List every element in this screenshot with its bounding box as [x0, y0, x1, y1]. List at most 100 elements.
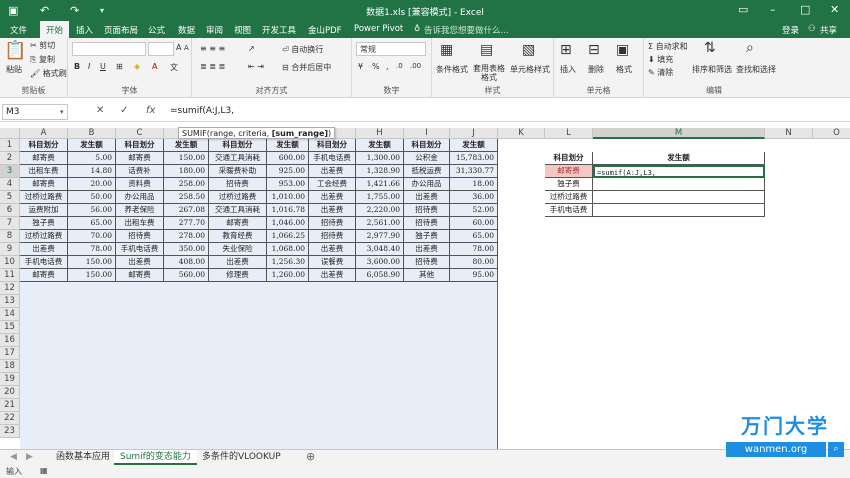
lookup-header-cell[interactable]: 科目划分 — [545, 152, 593, 165]
table-cell[interactable]: 150.00 — [68, 269, 116, 282]
insert-function-icon[interactable]: fx — [146, 105, 155, 116]
font-name-box[interactable] — [72, 42, 146, 56]
row-header[interactable]: 20 — [0, 386, 20, 399]
row-header[interactable]: 23 — [0, 425, 20, 438]
row-header[interactable]: 15 — [0, 321, 20, 334]
comma-button[interactable]: , — [386, 62, 389, 71]
table-cell[interactable]: 3,048.40 — [356, 243, 404, 256]
row-header[interactable]: 17 — [0, 347, 20, 360]
table-cell[interactable]: 78.00 — [68, 243, 116, 256]
copy-button[interactable]: ⎘ 复制 — [30, 54, 55, 65]
select-all-corner[interactable] — [0, 128, 20, 139]
align-top-icon[interactable]: ≡ ≡ ≡ — [200, 44, 225, 53]
table-cell[interactable]: 招待费 — [116, 230, 164, 243]
table-cell[interactable]: 修理费 — [209, 269, 267, 282]
merge-center-button[interactable]: ⊟ 合并后居中 — [282, 62, 331, 73]
table-cell[interactable]: 65.00 — [450, 230, 498, 243]
tab-page-layout[interactable]: 页面布局 — [104, 24, 138, 36]
conditional-format-icon[interactable]: ▦ — [440, 42, 453, 58]
decrease-decimal-button[interactable]: .00 — [410, 62, 421, 70]
ribbon-display-icon[interactable]: ▭ — [738, 3, 748, 16]
percent-button[interactable]: % — [372, 62, 380, 71]
share-button[interactable]: 共享 — [820, 24, 837, 36]
insert-cells-button[interactable]: 插入 — [560, 64, 576, 75]
column-header[interactable]: O — [813, 128, 850, 139]
table-cell[interactable]: 65.00 — [68, 217, 116, 230]
table-cell[interactable]: 953.00 — [267, 178, 309, 191]
column-header[interactable]: C — [116, 128, 164, 139]
name-box[interactable]: M3 — [2, 104, 68, 120]
table-cell[interactable]: 150.00 — [164, 152, 209, 165]
table-cell[interactable]: 925.00 — [267, 165, 309, 178]
row-header[interactable]: 22 — [0, 412, 20, 425]
table-cell[interactable]: 70.00 — [68, 230, 116, 243]
table-cell[interactable]: 3,600.00 — [356, 256, 404, 269]
table-cell[interactable]: 采暖费补助 — [209, 165, 267, 178]
table-cell[interactable]: 邮寄费 — [116, 269, 164, 282]
table-header-cell[interactable]: 科目划分 — [209, 139, 267, 152]
clear-button[interactable]: ✎ 清除 — [648, 67, 673, 78]
login-link[interactable]: 登录 — [782, 24, 799, 36]
tab-formulas[interactable]: 公式 — [148, 24, 165, 36]
table-cell[interactable]: 出差费 — [309, 243, 356, 256]
insert-cells-icon[interactable]: ⊞ — [560, 42, 572, 58]
border-icon[interactable]: ⊞ — [116, 62, 123, 71]
fill-color-icon[interactable]: ◈ — [134, 62, 140, 71]
column-header[interactable]: N — [765, 128, 813, 139]
table-cell[interactable]: 1,328.90 — [356, 165, 404, 178]
column-header[interactable]: I — [404, 128, 450, 139]
table-cell[interactable]: 5.00 — [68, 152, 116, 165]
table-cell[interactable]: 交通工具消耗 — [209, 204, 267, 217]
table-cell[interactable]: 1,260.00 — [267, 269, 309, 282]
row-header[interactable]: 4 — [0, 178, 20, 191]
table-cell[interactable]: 6,058.90 — [356, 269, 404, 282]
lookup-cell[interactable] — [593, 204, 765, 217]
row-header[interactable]: 14 — [0, 308, 20, 321]
lookup-cell[interactable] — [593, 178, 765, 191]
table-cell[interactable]: 1,046.00 — [267, 217, 309, 230]
row-header[interactable]: 19 — [0, 373, 20, 386]
table-cell[interactable]: 1,066.25 — [267, 230, 309, 243]
table-cell[interactable]: 出差费 — [209, 256, 267, 269]
table-header-cell[interactable]: 科目划分 — [404, 139, 450, 152]
fill-button[interactable]: ⬇ 填充 — [648, 54, 673, 65]
table-cell[interactable]: 350.00 — [164, 243, 209, 256]
lookup-cell[interactable] — [593, 191, 765, 204]
row-header[interactable]: 13 — [0, 295, 20, 308]
table-cell[interactable]: 过桥过路费 — [209, 191, 267, 204]
table-cell[interactable]: 15,783.00 — [450, 152, 498, 165]
table-cell[interactable]: 60.00 — [450, 217, 498, 230]
table-header-cell[interactable]: 发生额 — [356, 139, 404, 152]
table-cell[interactable]: 1,256.30 — [267, 256, 309, 269]
table-cell[interactable]: 招待费 — [209, 178, 267, 191]
table-header-cell[interactable]: 科目划分 — [309, 139, 356, 152]
table-cell[interactable]: 邮寄费 — [20, 269, 68, 282]
table-cell[interactable]: 1,755.00 — [356, 191, 404, 204]
format-cells-icon[interactable]: ▣ — [616, 42, 629, 58]
bold-button[interactable]: B — [74, 62, 80, 71]
format-painter-button[interactable]: 🖌 格式刷 — [30, 68, 67, 79]
format-cells-button[interactable]: 格式 — [616, 64, 632, 75]
lookup-cell[interactable]: 过桥过路费 — [545, 191, 593, 204]
table-cell[interactable]: 出租车费 — [116, 217, 164, 230]
delete-cells-icon[interactable]: ⊟ — [588, 42, 600, 58]
table-cell[interactable]: 31,330.77 — [450, 165, 498, 178]
table-cell[interactable]: 误餐费 — [309, 256, 356, 269]
tab-data[interactable]: 数据 — [178, 24, 195, 36]
table-cell[interactable]: 话费补 — [116, 165, 164, 178]
table-cell[interactable]: 1,068.00 — [267, 243, 309, 256]
table-cell[interactable]: 50.00 — [68, 191, 116, 204]
table-cell[interactable]: 258.00 — [164, 178, 209, 191]
enter-icon[interactable]: ✓ — [120, 105, 128, 116]
table-cell[interactable]: 独子费 — [20, 217, 68, 230]
font-size-box[interactable] — [148, 42, 174, 56]
phonetic-button[interactable]: 文 — [170, 62, 178, 73]
table-cell[interactable]: 258.50 — [164, 191, 209, 204]
cut-button[interactable]: ✂ 剪切 — [30, 40, 55, 51]
orientation-icon[interactable]: ↗ — [248, 44, 255, 53]
column-header[interactable]: J — [450, 128, 498, 139]
table-cell[interactable]: 失业保险 — [209, 243, 267, 256]
increase-decimal-button[interactable]: .0 — [396, 62, 403, 70]
row-header[interactable]: 21 — [0, 399, 20, 412]
table-cell[interactable]: 408.00 — [164, 256, 209, 269]
